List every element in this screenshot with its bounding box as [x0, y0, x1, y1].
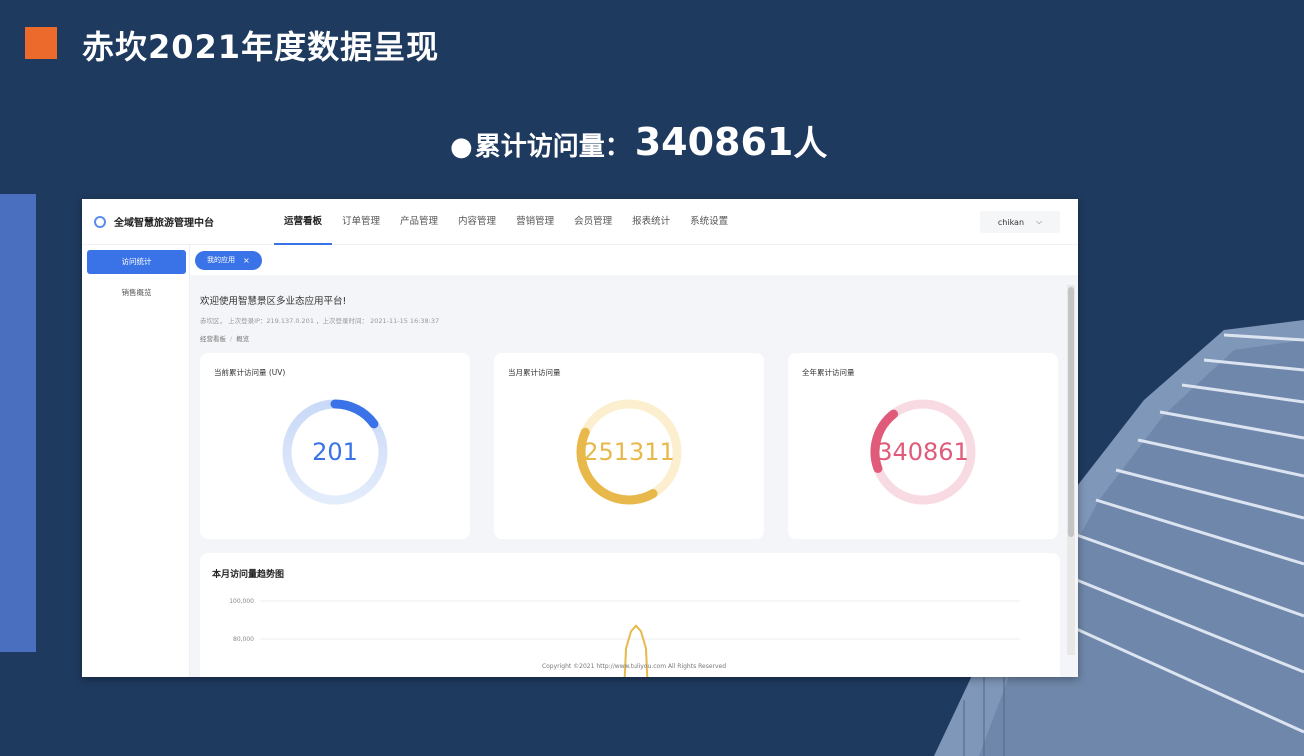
stat-card-current-uv: 当前累计访问量 (UV) 201: [200, 353, 470, 539]
progress-ring: 201: [280, 397, 390, 507]
close-icon[interactable]: ×: [243, 251, 250, 270]
scroll-thumb[interactable]: [1068, 287, 1074, 537]
card-title: 全年累计访问量: [802, 368, 855, 377]
nav-item-orders[interactable]: 订单管理: [332, 199, 390, 245]
sidebar-item-sales-overview[interactable]: 销售概览: [87, 281, 186, 305]
card-title: 当月累计访问量: [508, 368, 561, 377]
slide-accent-square: [25, 27, 57, 59]
stat-card-monthly: 当月累计访问量 251311: [494, 353, 764, 539]
y-tick-label: 80,000: [233, 636, 254, 643]
nav-item-marketing[interactable]: 营销管理: [506, 199, 564, 245]
brand: 全域智慧旅游管理中台: [94, 214, 214, 229]
breadcrumb-item: 概览: [236, 335, 250, 343]
main-content: 我的应用 × 欢迎使用智慧景区多业态应用平台! 赤坎区， 上次登录IP：219.…: [190, 245, 1078, 677]
stat-label: 累计访问量：: [474, 132, 631, 162]
robot-logo-icon: [94, 215, 106, 228]
brand-name: 全域智慧旅游管理中台: [114, 218, 214, 229]
username: chikan: [997, 217, 1025, 227]
breadcrumb-item[interactable]: 经营看板: [200, 335, 226, 343]
progress-ring: 251311: [574, 397, 684, 507]
nav-menu: 运营看板 订单管理 产品管理 内容管理 营销管理 会员管理 报表统计 系统设置: [274, 199, 738, 245]
nav-item-dashboard[interactable]: 运营看板: [274, 199, 333, 245]
dashboard-screenshot: 全域智慧旅游管理中台 运营看板 订单管理 产品管理 内容管理 营销管理 会员管理…: [82, 199, 1078, 677]
user-menu[interactable]: chikan ⌵: [980, 211, 1060, 233]
scrollbar[interactable]: [1067, 285, 1075, 655]
progress-ring: 340861: [868, 397, 978, 507]
nav-item-content[interactable]: 内容管理: [448, 199, 506, 245]
stat-card-yearly: 全年累计访问量 340861: [788, 353, 1058, 539]
y-tick-label: 100,000: [229, 598, 254, 605]
chevron-down-icon: ⌵: [1036, 217, 1043, 226]
sidebar-item-visit-stats[interactable]: 访问统计: [87, 250, 186, 274]
breadcrumb: 经营看板 / 概览: [200, 335, 250, 343]
trend-title: 本月访问量趋势图: [212, 570, 285, 580]
tab-my-apps[interactable]: 我的应用 ×: [195, 251, 262, 270]
total-visits-statement: ● 累计访问量： 340861 人: [450, 116, 827, 165]
nav-item-products[interactable]: 产品管理: [390, 199, 448, 245]
card-value: 340861: [877, 438, 969, 466]
nav-item-settings[interactable]: 系统设置: [680, 199, 738, 245]
stat-unit: 人: [793, 124, 828, 164]
card-value: 201: [312, 438, 358, 466]
decorative-side-bar: [0, 194, 36, 652]
slide-title: 赤坎2021年度数据呈现: [82, 28, 440, 66]
bullet-dot: ●: [450, 132, 473, 162]
tab-bar: 我的应用 ×: [190, 245, 1078, 275]
nav-item-reports[interactable]: 报表统计: [622, 199, 680, 245]
sidebar: 访问统计 销售概览: [82, 245, 190, 677]
footer-copyright: Copyright ©2021 http://www.tuliyou.com A…: [541, 663, 727, 670]
tab-label: 我的应用: [207, 256, 235, 264]
welcome-message: 欢迎使用智慧景区多业态应用平台!: [200, 296, 347, 307]
card-title: 当前累计访问量 (UV): [214, 368, 286, 377]
nav-item-members[interactable]: 会员管理: [564, 199, 622, 245]
login-info: 赤坎区， 上次登录IP：219.137.0.201 ，上次登录时间： 2021-…: [200, 317, 440, 325]
card-value: 251311: [583, 438, 675, 466]
top-navigation: 全域智慧旅游管理中台 运营看板 订单管理 产品管理 内容管理 营销管理 会员管理…: [82, 199, 1078, 245]
stat-value: 340861: [634, 120, 794, 164]
